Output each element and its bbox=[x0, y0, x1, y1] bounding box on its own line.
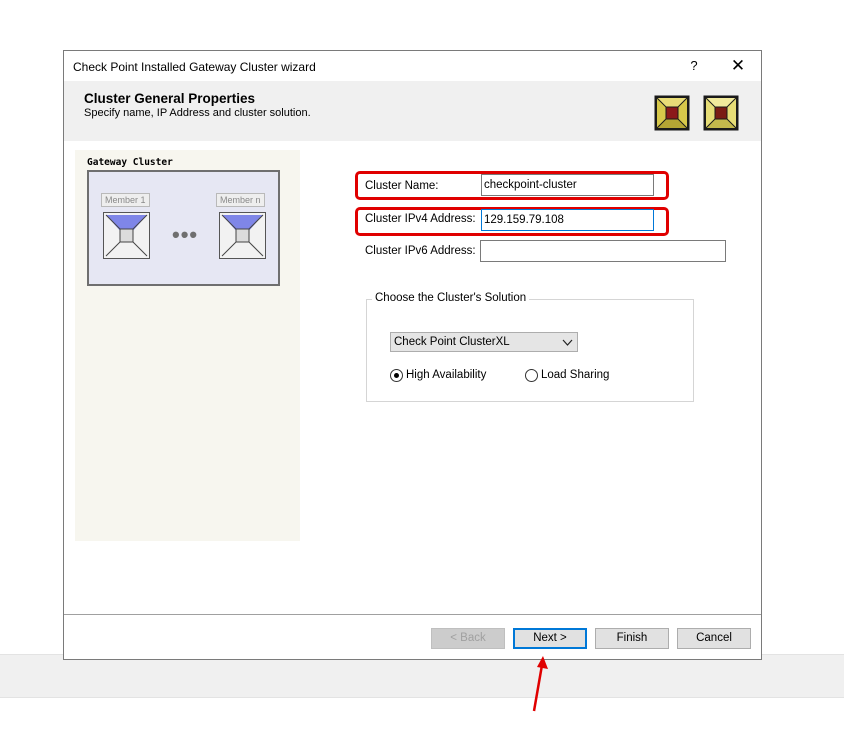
help-button[interactable]: ? bbox=[682, 54, 706, 78]
member-1-label: Member 1 bbox=[101, 193, 150, 207]
cluster-ipv6-label: Cluster IPv6 Address: bbox=[365, 245, 476, 257]
wizard-header: Cluster General Properties Specify name,… bbox=[64, 81, 761, 141]
finish-button[interactable]: Finish bbox=[595, 628, 669, 649]
cluster-name-input[interactable] bbox=[481, 174, 654, 196]
cluster-solution-group: Choose the Cluster's Solution Check Poin… bbox=[366, 292, 694, 402]
window-title: Check Point Installed Gateway Cluster wi… bbox=[73, 60, 316, 74]
cluster-ipv6-input[interactable] bbox=[480, 240, 726, 262]
footer-separator bbox=[64, 614, 761, 615]
cluster-diagram-panel: Gateway Cluster Member 1 ••• Member n bbox=[75, 150, 300, 541]
gateway-icon bbox=[703, 95, 739, 131]
load-sharing-label[interactable]: Load Sharing bbox=[541, 369, 609, 381]
page-subtitle: Specify name, IP Address and cluster sol… bbox=[84, 107, 311, 119]
close-button[interactable]: ✕ bbox=[726, 54, 750, 78]
cluster-ipv4-label: Cluster IPv4 Address: bbox=[365, 213, 476, 225]
load-sharing-radio[interactable] bbox=[525, 369, 538, 382]
title-bar: Check Point Installed Gateway Cluster wi… bbox=[64, 51, 761, 81]
cluster-solution-selected: Check Point ClusterXL bbox=[394, 336, 510, 348]
cancel-button[interactable]: Cancel bbox=[677, 628, 751, 649]
red-arrow-annotation-icon bbox=[532, 656, 548, 712]
member-n-label: Member n bbox=[216, 193, 265, 207]
chevron-down-icon bbox=[562, 339, 573, 346]
page-title: Cluster General Properties bbox=[84, 91, 256, 106]
cluster-solution-legend: Choose the Cluster's Solution bbox=[372, 292, 530, 304]
gateway-cluster-label: Gateway Cluster bbox=[87, 157, 173, 168]
member-n-gateway-icon bbox=[219, 212, 266, 259]
cluster-name-label: Cluster Name: bbox=[365, 180, 439, 192]
gateway-cluster-icon bbox=[654, 95, 690, 131]
wizard-dialog: Check Point Installed Gateway Cluster wi… bbox=[63, 50, 762, 660]
more-members-ellipsis: ••• bbox=[172, 222, 199, 247]
back-button[interactable]: < Back bbox=[431, 628, 505, 649]
member-1-gateway-icon bbox=[103, 212, 150, 259]
cluster-solution-select[interactable]: Check Point ClusterXL bbox=[390, 332, 578, 352]
radio-selected-dot bbox=[394, 373, 399, 378]
background-taskbar-strip bbox=[0, 654, 844, 698]
gateway-cluster-diagram: Member 1 ••• Member n bbox=[87, 170, 280, 286]
high-availability-radio[interactable] bbox=[390, 369, 403, 382]
cluster-ipv4-input[interactable] bbox=[481, 209, 654, 231]
high-availability-label[interactable]: High Availability bbox=[406, 369, 486, 381]
next-button[interactable]: Next > bbox=[513, 628, 587, 649]
